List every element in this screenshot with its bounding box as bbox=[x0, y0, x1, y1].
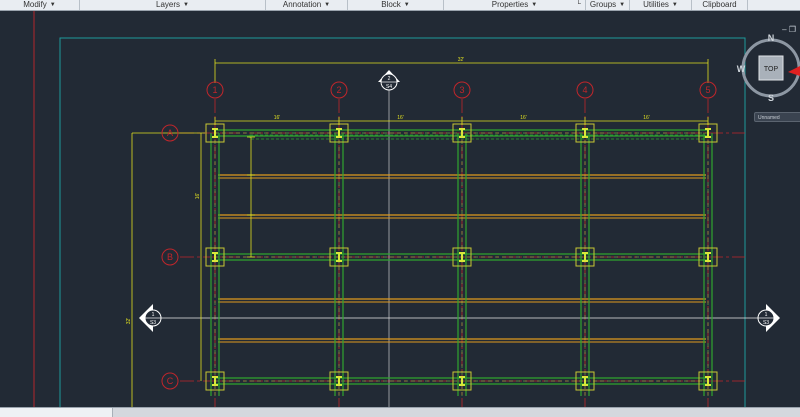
grid-bubble-label: 1 bbox=[212, 85, 217, 95]
grid-bubble-label: 5 bbox=[705, 85, 710, 95]
ribbon-panel-bar: Modify ▼ Layers ▼ Annotation ▼ Block ▼ Prope… bbox=[0, 0, 800, 11]
ribbon-panel-annotation[interactable]: Annotation ▼ bbox=[266, 0, 348, 10]
dim-text-overall: 32' bbox=[458, 57, 465, 63]
dropdown-arrow-icon: ▼ bbox=[324, 2, 331, 8]
viewcube[interactable]: TOP N S W bbox=[732, 30, 800, 102]
compass-north[interactable]: N bbox=[768, 33, 775, 43]
grid-bubble-label: 2 bbox=[336, 85, 341, 95]
ribbon-panel-utilities[interactable]: Utilities ▼ bbox=[630, 0, 692, 10]
dim-text-bay: 16' bbox=[397, 115, 404, 121]
column-web bbox=[584, 377, 586, 385]
section-marker-right-sheet: S3 bbox=[763, 320, 769, 326]
model-space-viewport[interactable]: 32' 16' 16' 16' 16' 16' 32' 1 2 3 4 5 A B C 2 S4 1 S3 1 S3… bbox=[0, 11, 800, 407]
dropdown-arrow-icon: ▼ bbox=[403, 2, 410, 8]
grid-bubble-label: B bbox=[167, 252, 173, 262]
compass-south[interactable]: S bbox=[768, 93, 774, 102]
column-web bbox=[338, 377, 340, 385]
ribbon-panel-modify[interactable]: Modify ▼ bbox=[0, 0, 80, 10]
dim-text-bay: 16' bbox=[520, 115, 527, 121]
viewcube-face-label: TOP bbox=[764, 66, 779, 73]
column-web bbox=[461, 377, 463, 385]
dropdown-arrow-icon: ▼ bbox=[49, 2, 56, 8]
ribbon-panel-block[interactable]: Block ▼ bbox=[348, 0, 444, 10]
drawing-border-cyan bbox=[59, 37, 746, 407]
section-marker-right-number: 1 bbox=[765, 312, 768, 318]
column-web bbox=[214, 253, 216, 261]
column-web bbox=[214, 377, 216, 385]
grid-bubble-label: 3 bbox=[459, 85, 464, 95]
dim-text-vertical-outer: 32' bbox=[126, 318, 132, 325]
column-web bbox=[707, 377, 709, 385]
column-web bbox=[461, 129, 463, 137]
column-web bbox=[707, 129, 709, 137]
dropdown-arrow-icon: ▼ bbox=[619, 2, 626, 8]
dim-text-bay: 16' bbox=[643, 115, 650, 121]
column-web bbox=[461, 253, 463, 261]
section-marker-left-number: 1 bbox=[152, 312, 155, 318]
column-web bbox=[707, 253, 709, 261]
section-marker-left-sheet: S3 bbox=[150, 320, 156, 326]
column-web bbox=[214, 129, 216, 137]
column-web bbox=[338, 129, 340, 137]
ribbon-panel-layers[interactable]: Layers ▼ bbox=[80, 0, 266, 10]
column-web bbox=[338, 253, 340, 261]
grid-bubble-label: A bbox=[167, 128, 173, 138]
compass-west[interactable]: W bbox=[737, 64, 746, 74]
wcs-menu[interactable]: Unnamed bbox=[754, 112, 800, 122]
drawing-canvas[interactable]: 32' 16' 16' 16' 16' 16' 32' 1 2 3 4 5 A B C 2 S4 1 S3 1 S3 bbox=[0, 11, 800, 407]
dropdown-arrow-icon: ▼ bbox=[671, 2, 678, 8]
grid-bubble-label: C bbox=[167, 376, 174, 386]
ribbon-panel-clipboard[interactable]: Clipboard bbox=[692, 0, 748, 10]
column-web bbox=[584, 253, 586, 261]
grid-bubble-label: 4 bbox=[582, 85, 587, 95]
pin-icon[interactable]: └ bbox=[576, 0, 581, 10]
section-marker-top-sheet: S4 bbox=[386, 84, 392, 90]
dropdown-arrow-icon: ▼ bbox=[183, 2, 189, 8]
compass-east-arrow-icon[interactable] bbox=[788, 66, 800, 76]
section-marker-top-number: 2 bbox=[388, 76, 391, 82]
dropdown-arrow-icon: ▼ bbox=[531, 2, 538, 8]
dim-text-bay: 16' bbox=[274, 115, 281, 121]
column-web bbox=[584, 129, 586, 137]
dim-text-vertical: 16' bbox=[195, 193, 201, 200]
ribbon-panel-groups[interactable]: Groups ▼ bbox=[586, 0, 630, 10]
ribbon-panel-properties[interactable]: Properties ▼ └ bbox=[444, 0, 586, 10]
